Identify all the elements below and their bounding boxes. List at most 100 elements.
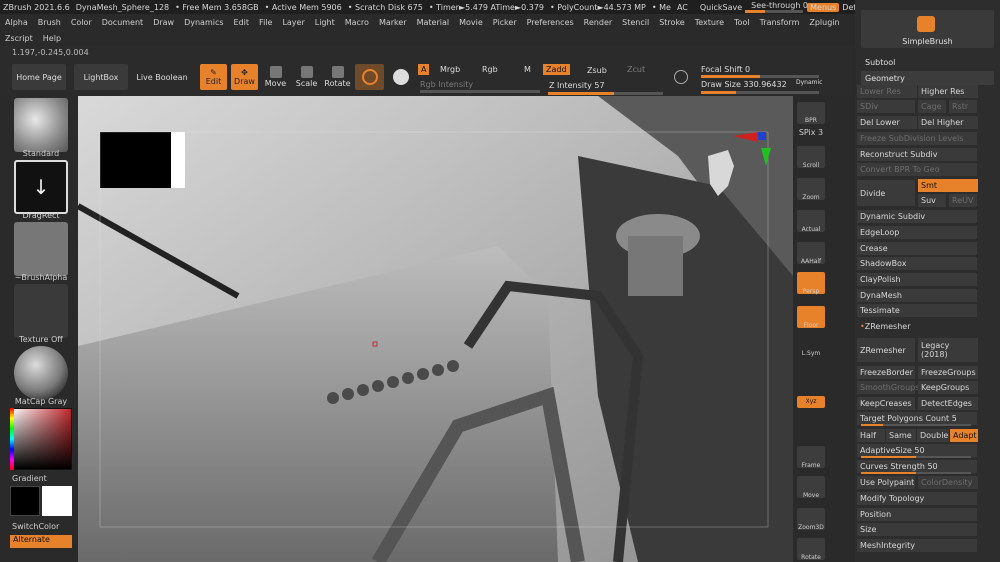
ac-button[interactable]: AC <box>674 3 691 12</box>
draw-size-slider[interactable] <box>701 91 819 94</box>
dynamesh-header[interactable]: DynaMesh <box>857 289 977 302</box>
lower-res-button[interactable]: Lower Res <box>857 85 917 98</box>
modify-topology-header[interactable]: Modify Topology <box>857 492 977 505</box>
detectedges-toggle[interactable]: DetectEdges <box>918 397 978 410</box>
divide-button[interactable]: Divide <box>857 180 915 206</box>
menu-texture[interactable]: Texture <box>690 18 729 27</box>
claypolish-header[interactable]: ClayPolish <box>857 273 977 286</box>
seethrough-slider[interactable]: See-through 0 <box>745 1 808 13</box>
z-intensity-label[interactable]: Z Intensity 57 <box>549 81 605 90</box>
color-sphere-button[interactable] <box>389 64 413 90</box>
del-lower-button[interactable]: Del Lower <box>857 116 917 129</box>
menu-brush[interactable]: Brush <box>33 18 66 27</box>
zsub-toggle[interactable]: Zsub <box>587 66 607 75</box>
rotate-button[interactable]: Rotate <box>324 64 351 90</box>
alternate-button[interactable]: Alternate <box>10 535 72 548</box>
smoothgroups-toggle[interactable]: SmoothGroups <box>857 381 919 394</box>
smt-toggle[interactable]: Smt <box>918 179 978 192</box>
rgb-intensity-label[interactable]: Rgb Intensity <box>420 80 473 89</box>
reuv-button[interactable]: ReUV <box>949 194 977 207</box>
menu-stroke[interactable]: Stroke <box>654 18 690 27</box>
menu-render[interactable]: Render <box>579 18 617 27</box>
keepcreases-toggle[interactable]: KeepCreases <box>857 397 915 410</box>
keepgroups-toggle[interactable]: KeepGroups <box>918 381 978 394</box>
m-toggle[interactable]: M <box>524 65 531 74</box>
focal-shift-slider[interactable] <box>701 75 819 78</box>
menu-zplugin[interactable]: Zplugin <box>804 18 844 27</box>
focal-shift-label[interactable]: Focal Shift 0 <box>701 65 750 74</box>
spix-label[interactable]: SPix 3 <box>793 128 829 137</box>
menu-material[interactable]: Material <box>412 18 455 27</box>
draw-button[interactable]: ✥ Draw <box>231 64 258 90</box>
geometry-header[interactable]: Geometry <box>861 71 994 85</box>
colordensity-slider[interactable]: ColorDensity <box>918 476 978 489</box>
use-polypaint-toggle[interactable]: Use Polypaint <box>857 476 915 489</box>
legacy-button[interactable]: Legacy (2018) <box>918 338 978 362</box>
main-color-swatch[interactable] <box>10 486 40 516</box>
rgb-intensity-slider[interactable] <box>420 90 540 93</box>
script-label[interactable]: DefaultZScript <box>839 3 855 12</box>
secondary-color-swatch[interactable] <box>42 486 72 516</box>
material-sphere-button[interactable] <box>355 64 384 90</box>
scale-button[interactable]: Scale <box>293 64 320 90</box>
simplebrush-button[interactable]: SimpleBrush <box>861 10 994 48</box>
live-boolean-button[interactable]: Live Boolean <box>132 64 192 90</box>
zremesher-button[interactable]: ZRemesher <box>857 338 915 362</box>
menus-button[interactable]: Menus <box>807 2 840 12</box>
menu-draw[interactable]: Draw <box>148 18 179 27</box>
menu-preferences[interactable]: Preferences <box>522 18 579 27</box>
half-button[interactable]: Half <box>857 429 885 442</box>
zadd-toggle[interactable]: Zadd <box>543 64 570 75</box>
position-header[interactable]: Position <box>857 508 977 521</box>
adapt-toggle[interactable]: Adapt <box>950 429 978 442</box>
menu-alpha[interactable]: Alpha <box>0 18 33 27</box>
cage-button[interactable]: Cage <box>918 100 946 113</box>
sdiv-slider[interactable]: SDiv <box>857 100 915 113</box>
edit-button[interactable]: ✎ Edit <box>200 64 227 90</box>
dragrect-stroke-thumb[interactable]: ↓ <box>14 160 68 214</box>
viewport-canvas[interactable] <box>78 96 793 562</box>
suv-toggle[interactable]: Suv <box>918 194 946 207</box>
menu-light[interactable]: Light <box>310 18 340 27</box>
freeze-subdiv-button[interactable]: Freeze SubDivision Levels <box>857 132 977 145</box>
draw-size-label[interactable]: Draw Size 330.96432 <box>701 80 787 89</box>
freezegroups-toggle[interactable]: FreezeGroups <box>918 366 978 379</box>
menu-help[interactable]: Help <box>38 34 66 43</box>
standard-brush-thumb[interactable] <box>14 98 68 152</box>
subtool-header[interactable]: Subtool <box>861 55 994 69</box>
shadowbox-header[interactable]: ShadowBox <box>857 257 977 270</box>
lsym-label[interactable]: L.Sym <box>793 350 829 357</box>
menu-layer[interactable]: Layer <box>277 18 309 27</box>
same-button[interactable]: Same <box>886 429 916 442</box>
edgeloop-header[interactable]: EdgeLoop <box>857 226 977 239</box>
dynamic-toggle[interactable]: Dynamic <box>796 79 822 86</box>
zcut-toggle[interactable]: Zcut <box>627 65 645 74</box>
lightbox-button[interactable]: LightBox <box>74 64 128 90</box>
menu-macro[interactable]: Macro <box>340 18 374 27</box>
hue-strip[interactable] <box>10 408 14 470</box>
color-picker[interactable] <box>10 408 72 470</box>
freezeborder-toggle[interactable]: FreezeBorder <box>857 366 915 379</box>
texture-thumb[interactable] <box>14 284 68 338</box>
crease-header[interactable]: Crease <box>857 242 977 255</box>
zremesher-header[interactable]: • ZRemesher <box>857 320 977 333</box>
a-toggle[interactable]: A <box>418 64 430 75</box>
matcap-thumb[interactable] <box>14 346 68 400</box>
z-intensity-slider[interactable] <box>548 92 663 95</box>
size-header[interactable]: Size <box>857 523 977 536</box>
menu-stencil[interactable]: Stencil <box>617 18 654 27</box>
reconstruct-subdiv-button[interactable]: Reconstruct Subdiv <box>857 148 977 161</box>
menu-zscript[interactable]: Zscript <box>0 34 38 43</box>
move-button[interactable]: Move <box>262 64 289 90</box>
menu-marker[interactable]: Marker <box>374 18 412 27</box>
rgb-toggle[interactable]: Rgb <box>482 65 498 74</box>
convert-bpr-button[interactable]: Convert BPR To Geo <box>857 163 977 176</box>
menu-movie[interactable]: Movie <box>454 18 488 27</box>
menu-file[interactable]: File <box>254 18 277 27</box>
menu-document[interactable]: Document <box>97 18 148 27</box>
double-button[interactable]: Double <box>917 429 949 442</box>
brush-alpha-thumb[interactable] <box>14 222 68 276</box>
tessimate-header[interactable]: Tessimate <box>857 304 977 317</box>
meshintegrity-header[interactable]: MeshIntegrity <box>857 539 977 552</box>
quicksave-button[interactable]: QuickSave <box>697 3 745 12</box>
